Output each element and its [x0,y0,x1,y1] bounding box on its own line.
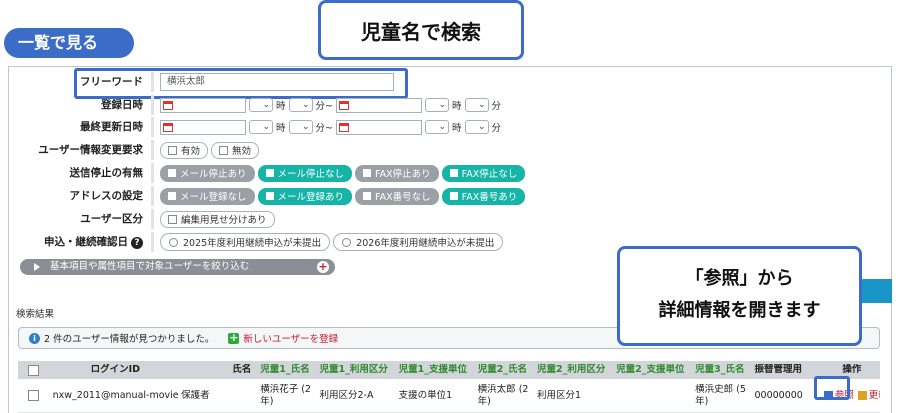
cell-child2-name: 横浜太郎 (2年) [477,383,529,407]
fax-registered-toggle[interactable]: FAX番号あり [441,187,526,205]
col-child2-category[interactable]: 児童2_利用区分 [534,364,613,376]
result-count-text: 2 件のユーザー情報が見つかりました。 [44,334,215,345]
col-child2-name[interactable]: 児童2_氏名 [475,364,534,376]
col-operation: 操作 [842,364,862,375]
col-child1-unit[interactable]: 児童1_支援単位 [396,364,475,376]
mail-unregistered-toggle[interactable]: メール登録なし [160,187,255,205]
not-submitted-2025-radio[interactable]: 2025年度利用継続申込が未提出 [160,233,331,251]
delivery-stop-label: 送信停止の有無 [14,163,154,183]
col-child3-name[interactable]: 児童3_氏名 [692,364,751,376]
cell-child1-unit: 支援の単位1 [398,389,453,401]
change-request-enabled-checkbox[interactable]: 有効 [160,141,209,159]
select-all-checkbox[interactable] [28,364,39,376]
registered-to-date[interactable] [335,97,422,113]
edit-icon [857,391,867,400]
cell-login-id: nxw_2011@manual-movie [52,389,179,401]
registered-to-hour-select[interactable]: ⌄ [424,98,449,112]
updated-from-hour-select[interactable]: ⌄ [249,120,273,134]
registered-to-min-select[interactable]: ⌄ [464,98,489,112]
updated-from-min-select[interactable]: ⌄ [288,120,313,134]
application-check-label: 申込・継続確認日? [14,232,154,252]
registered-from-min-select[interactable]: ⌄ [288,98,313,112]
table-row: nxw_2011@manual-movie 保護者 横浜花子 (2年) 利用区分… [18,379,880,413]
change-request-disabled-checkbox[interactable]: 無効 [211,141,260,159]
mail-registered-toggle[interactable]: メール登録あり [257,187,353,205]
plus-icon: + [317,260,329,273]
user-category-row: ユーザー区分 編集用見せ分けあり [14,209,275,229]
updated-to-date[interactable] [335,119,422,135]
registered-from-hour-select[interactable]: ⌄ [249,98,273,112]
delivery-stop-row: 送信停止の有無 メール停止あり メール停止なし FAX停止あり FAX停止なし [14,163,526,183]
col-transfer[interactable]: 振替管理用 [751,364,820,376]
fax-stopped-toggle[interactable]: FAX停止あり [355,164,439,182]
updated-at-label: 最終更新日時 [14,117,154,137]
user-category-label: ユーザー区分 [14,209,154,229]
col-child2-unit[interactable]: 児童2_支援単位 [613,364,692,376]
info-icon: i [29,332,40,344]
add-user-link[interactable]: 新しいユーザーを登録 [243,331,338,345]
expand-triangle-icon [34,263,40,271]
update-button[interactable]: 更新 [857,390,880,402]
cell-transfer: 00000000 [754,389,803,401]
calendar-icon [163,100,173,110]
row-checkbox[interactable] [28,390,39,401]
add-user-icon: + [228,330,240,344]
col-child1-name[interactable]: 児童1_氏名 [257,364,316,376]
col-login-id[interactable]: ログインID [50,364,178,376]
calendar-icon [338,122,349,132]
registered-from-date[interactable] [160,97,246,113]
cell-child1-category: 利用区分2-A [319,389,374,401]
mail-stopped-toggle[interactable]: メール停止あり [160,164,255,182]
cell-name: 保護者 [181,389,210,401]
not-submitted-2026-radio[interactable]: 2026年度利用継続申込が未提出 [333,233,504,251]
calendar-icon [338,100,349,110]
address-setting-row: アドレスの設定 メール登録なし メール登録あり FAX番号なし FAX番号あり [14,186,526,206]
results-title: 検索結果 [16,309,55,320]
fax-not-stopped-toggle[interactable]: FAX停止なし [441,164,526,182]
cell-child1-name: 横浜花子 (2年) [260,383,311,407]
cell-child3-name: 横浜史郎 (5年) [695,383,746,407]
address-setting-label: アドレスの設定 [14,186,154,206]
registered-at-label: 登録日時 [14,95,154,115]
reference-callout: 「参照」から 詳細情報を開きます [617,246,862,346]
search-name-callout: 児童名で検索 [318,0,524,60]
updated-from-date[interactable] [160,119,246,135]
col-child1-category[interactable]: 児童1_利用区分 [317,364,396,376]
updated-to-min-select[interactable]: ⌄ [464,120,489,134]
updated-to-hour-select[interactable]: ⌄ [424,120,449,134]
updated-at-row: 最終更新日時 ⌄ 時 ⌄ 分~ ⌄ 時 ⌄ 分 [14,117,501,137]
change-request-row: ユーザー情報変更要求 有効 無効 [14,140,260,160]
change-request-label: ユーザー情報変更要求 [14,140,154,160]
results-table-header: ログインID 氏名 児童1_氏名 児童1_利用区分 児童1_支援単位 児童2_氏… [18,361,880,379]
calendar-icon [163,122,173,132]
mail-not-stopped-toggle[interactable]: メール停止なし [257,164,353,182]
registered-at-row: 登録日時 ⌄ 時 ⌄ 分~ ⌄ 時 ⌄ 分 [14,95,501,115]
reference-highlight [814,376,850,400]
col-name[interactable]: 氏名 [178,364,257,376]
application-check-row: 申込・継続確認日? 2025年度利用継続申込が未提出 2026年度利用継続申込が… [14,232,504,252]
help-icon[interactable]: ? [131,237,143,249]
fax-unregistered-toggle[interactable]: FAX番号なし [355,187,439,205]
cell-child2-category: 利用区分1 [537,389,582,401]
narrow-filter-toggle[interactable]: 基本項目や属性項目で対象ユーザーを絞り込む + [20,259,335,275]
view-list-tab[interactable]: 一覧で見る [4,28,134,58]
edit-view-separate-checkbox[interactable]: 編集用見せ分けあり [160,210,275,228]
